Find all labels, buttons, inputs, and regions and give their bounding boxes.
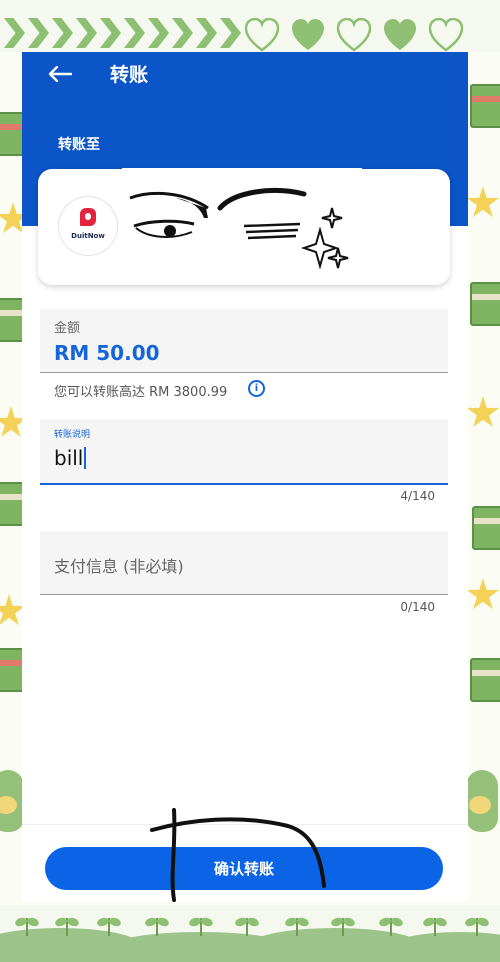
payment-info-placeholder: 支付信息 (非必填) [54,557,184,576]
amount-value[interactable]: RM 50.00 [54,341,160,365]
recipient-name-scribble-overlay [122,168,362,278]
star-decoration [466,578,500,609]
bean-character-decoration [466,770,498,832]
confirm-transfer-button[interactable]: 确认转账 [45,847,443,890]
gift-decoration [470,282,500,326]
duitnow-logo: DuitNow [58,196,118,256]
transfer-to-label: 转账至 [58,137,100,153]
page-title: 转账 [110,64,149,86]
bean-character-decoration [0,770,24,832]
reference-label: 转账说明 [54,430,91,440]
arrow-left-icon[interactable] [48,66,72,82]
amount-field[interactable]: 金额 RM 50.00 [40,309,448,373]
transfer-screen: 转账 转账至 DuitNow 金额 RM 50.00 您可以转账高达 RM 38… [22,52,468,902]
transfer-reference-field[interactable]: 转账说明 bill [40,419,448,485]
reference-value: bill [54,446,84,470]
bank-logo-text: DuitNow [71,232,105,240]
transfer-limit-text: 您可以转账高达 RM 3800.99 [54,385,228,400]
amount-label: 金额 [54,321,81,336]
recipient-card: DuitNow [38,168,450,285]
star-decoration [466,396,500,427]
grass-decoration [0,905,500,962]
payment-info-field[interactable]: 支付信息 (非必填) [40,531,448,595]
star-decoration [466,186,500,217]
gift-decoration [472,506,500,550]
info-circle-icon[interactable]: i [248,380,265,397]
gift-decoration [470,84,500,128]
payment-info-char-counter: 0/140 [400,600,435,614]
chevron-border-decoration [4,18,241,48]
reference-char-counter: 4/140 [400,489,435,503]
text-cursor [84,447,87,469]
reference-input[interactable]: bill [54,446,87,470]
hearts-decoration [244,18,464,52]
gift-decoration [470,658,500,702]
